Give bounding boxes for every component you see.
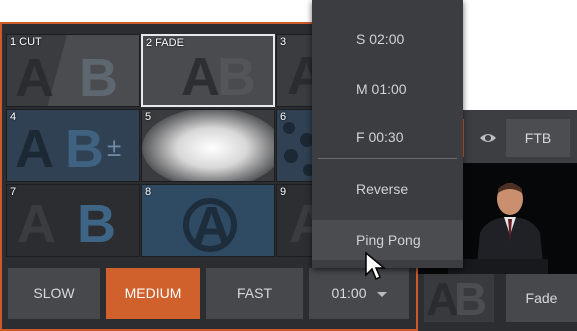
menu-item-medium-duration[interactable]: M 01:00 [312,69,463,109]
tile-letter-a: A [15,119,54,179]
speed-medium-button[interactable]: MEDIUM [106,268,200,319]
transition-tile-5[interactable]: 5 [141,109,275,182]
chevron-down-icon [376,291,387,297]
tile-number-label: 3 [280,36,287,48]
tile-letter-a: A [192,196,231,256]
menu-item-ping-pong[interactable]: Ping Pong [312,220,463,260]
tile-number-label: 9 [280,186,287,198]
tile-number-label: 2 FADE [146,37,184,49]
transition-tile-7[interactable]: 7 A B [6,184,140,257]
tile-number-label: 6 [280,111,287,123]
transition-tile-cut[interactable]: 1 CUT A B [6,34,140,107]
transition-tile-3[interactable]: 3 A [276,34,316,107]
tile-letter-b: B [79,48,118,107]
menu-item-fast-duration[interactable]: F 00:30 [312,117,463,157]
duration-menu: S 02:00 M 01:00 F 00:30 Reverse Ping Pon… [312,0,463,268]
plus-minus-icon: ± [107,132,122,162]
mini-letter-b: B [454,274,488,322]
tile-letter-b: B [77,194,116,254]
duration-dropdown[interactable]: 01:00 [309,268,409,319]
transition-tile-fade[interactable]: 2 FADE A B [141,34,275,107]
speed-bar: SLOW MEDIUM FAST 01:00 [8,268,414,319]
tile-letter-b: B [217,47,256,107]
tile-number-label: 5 [145,111,152,123]
duration-value: 01:00 [331,285,367,301]
mouse-cursor-icon [365,251,386,281]
menu-item-reverse[interactable]: Reverse [312,169,463,209]
transition-tile-6[interactable]: 6 [276,109,316,182]
menu-item-slow-duration[interactable]: S 02:00 [312,19,463,59]
tile-number-label: 8 [145,186,152,198]
tile-letter-a: A [17,194,56,254]
transition-tile-4[interactable]: 4 A B ± [6,109,140,182]
tile-number-label: 7 [10,186,17,198]
eye-icon[interactable] [470,120,506,156]
tile-number-label: 4 [10,111,17,123]
transition-tile-8[interactable]: 8 A [141,184,275,257]
tile-letter-a: A [181,47,220,107]
tile-letter-a: A [15,48,54,107]
menu-divider [318,158,457,159]
fade-button[interactable]: Fade [506,274,577,322]
tile-letter-b: B [65,119,104,179]
speed-fast-button[interactable]: FAST [206,268,303,319]
ftb-button[interactable]: FTB [506,119,570,157]
soft-wipe-graphic [142,110,274,181]
speed-slow-button[interactable]: SLOW [8,268,100,319]
mini-transition-preview: A B [424,274,494,322]
transition-tile-9[interactable]: 9 A [276,184,316,257]
tile-number-label: 1 CUT [10,36,42,48]
